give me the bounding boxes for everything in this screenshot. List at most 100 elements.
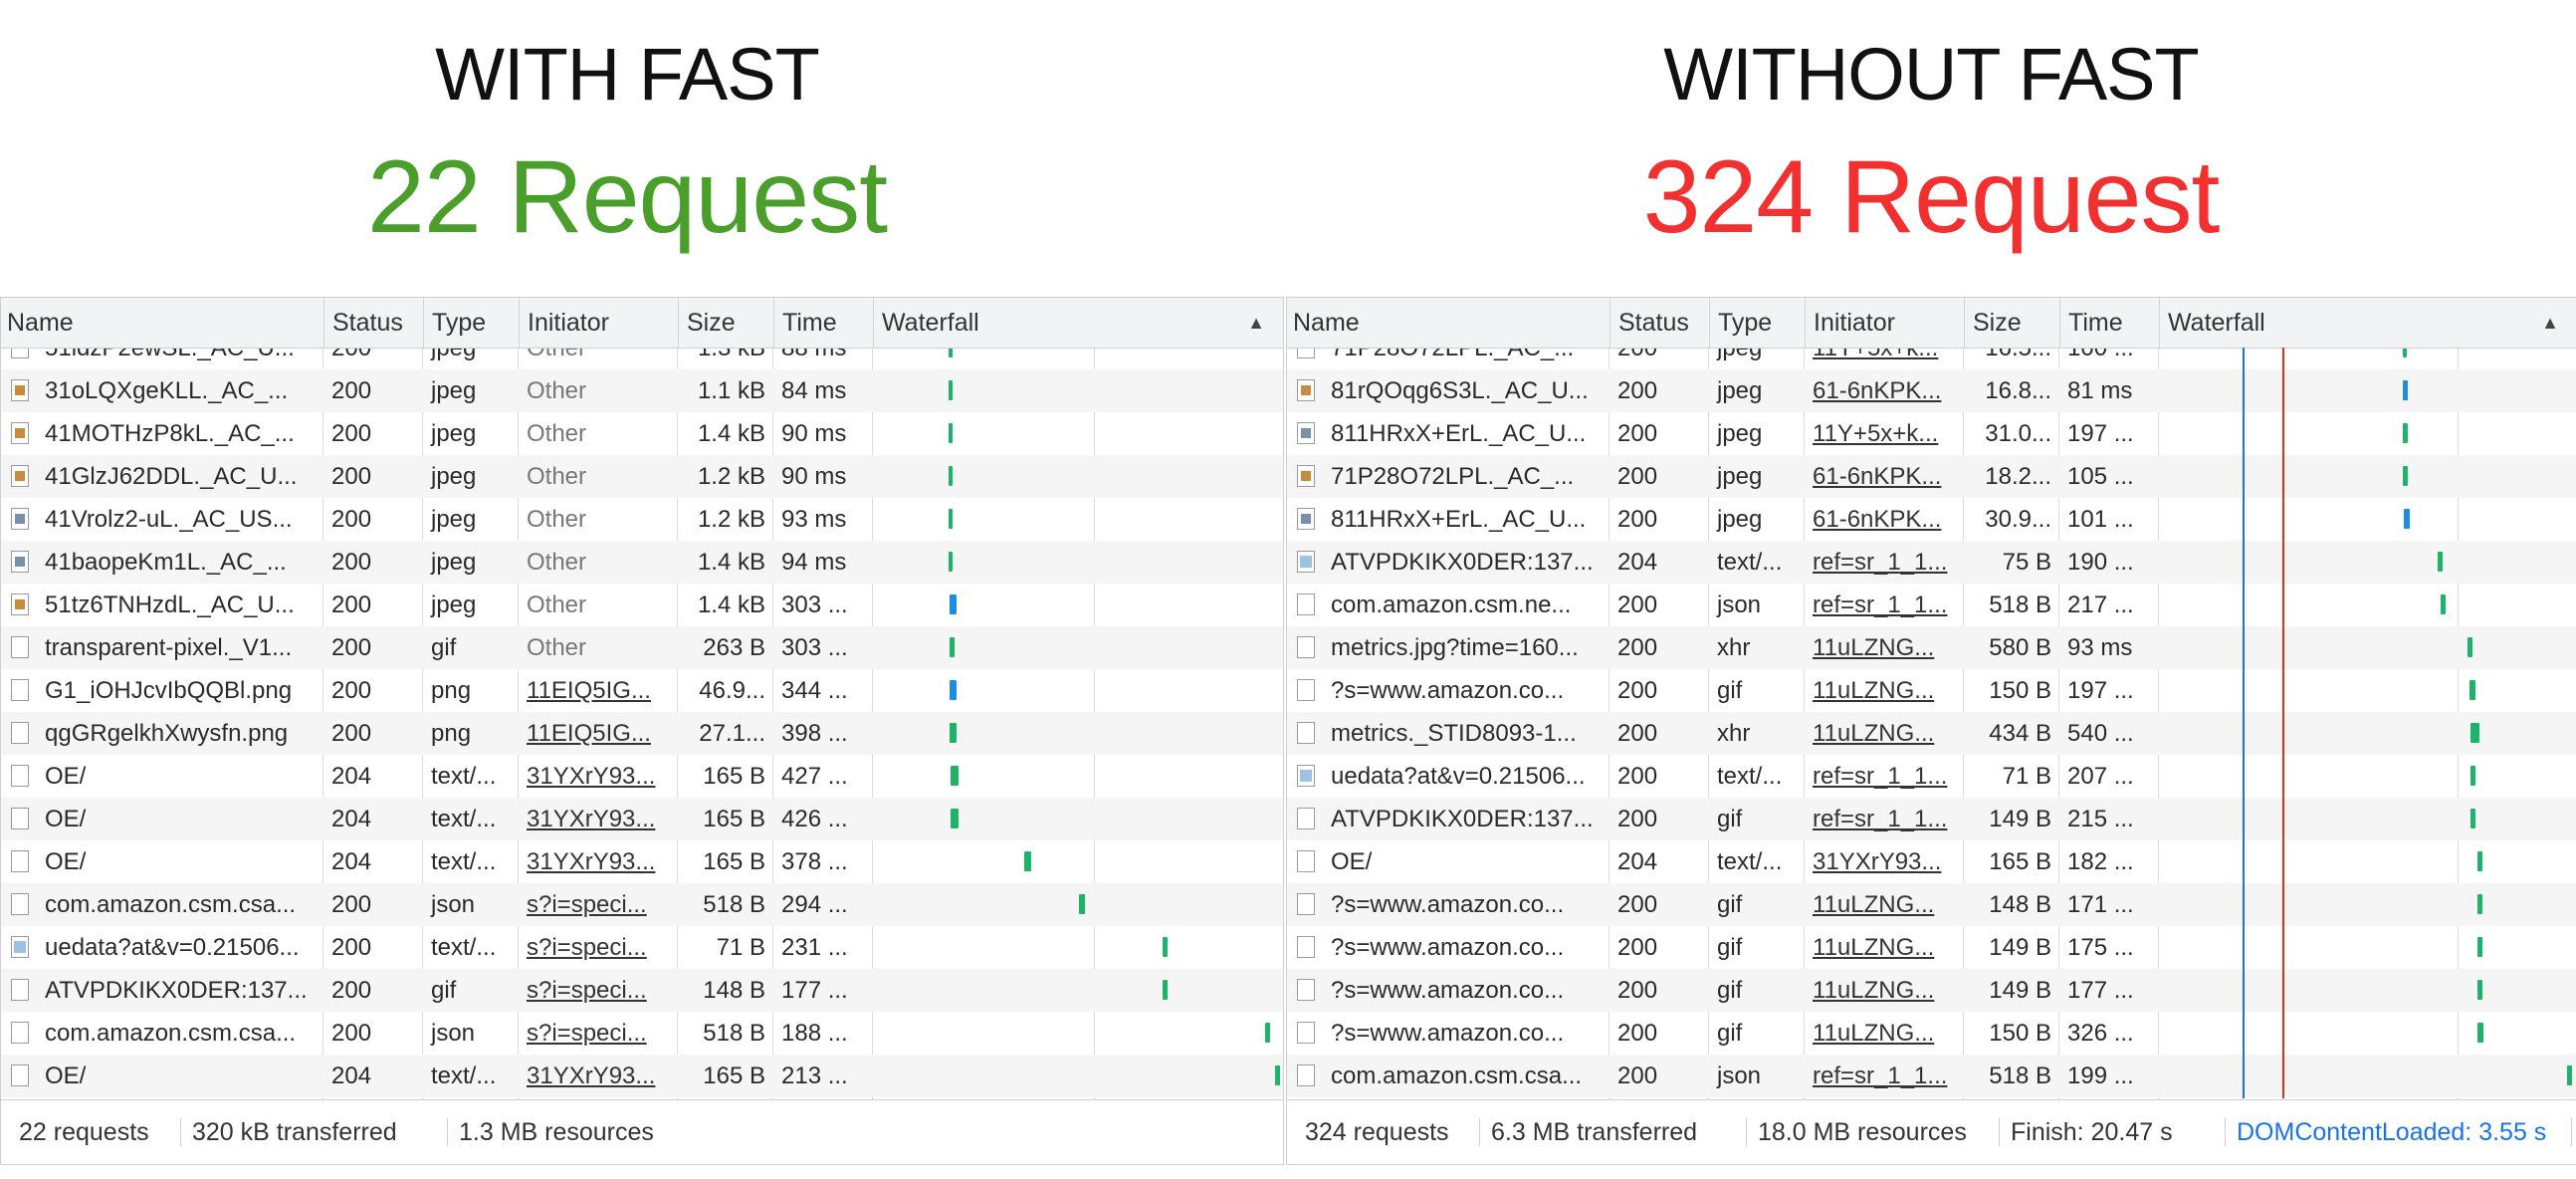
waterfall-timing-bar[interactable] [1162, 980, 1168, 1000]
initiator-cell[interactable]: 11uLZNG... [1805, 883, 1964, 926]
initiator-cell[interactable]: 11uLZNG... [1805, 1012, 1964, 1055]
initiator-cell[interactable]: 11EIQ5IG... [519, 669, 678, 712]
waterfall-timing-bar[interactable] [2403, 349, 2408, 357]
initiator-cell[interactable]: 11uLZNG... [1805, 969, 1964, 1012]
table-row[interactable]: ?s=www.amazon.co... 200 gif 11uLZNG... 150 B… [1287, 669, 2576, 712]
waterfall-column-header[interactable]: Waterfall [873, 298, 1283, 348]
waterfall-timing-bar[interactable] [951, 766, 959, 786]
table-row[interactable]: com.amazon.csm.csa... 200 json s?i=speci...… [1, 883, 1283, 926]
waterfall-timing-bar[interactable] [1265, 1023, 1270, 1043]
initiator-cell[interactable]: 31YXrY93... [519, 798, 678, 840]
waterfall-timing-bar[interactable] [2438, 552, 2444, 572]
table-row[interactable]: 811HRxX+ErL._AC_U... 200 jpeg 11Y+5x+k... 31… [1287, 412, 2576, 455]
initiator-cell[interactable]: ref=sr_1_1... [1805, 798, 1964, 840]
waterfall-timing-bar[interactable] [2477, 937, 2483, 957]
waterfall-timing-bar[interactable] [949, 552, 954, 572]
waterfall-timing-bar[interactable] [951, 809, 959, 828]
initiator-column-header[interactable]: Initiator [519, 298, 678, 348]
table-row[interactable]: com.amazon.csm.csa... 200 json s?i=speci...… [1, 1012, 1283, 1055]
table-row[interactable]: metrics._STID8093-1... 200 xhr 11uLZNG... 43… [1287, 712, 2576, 755]
table-row[interactable]: transparent-pixel._V1... 200 gif Other 263 B… [1, 626, 1283, 669]
table-row[interactable]: qgGRgelkhXwysfn.png 200 png 11EIQ5IG... 27.1… [1, 712, 1283, 755]
size-column-header[interactable]: Size [678, 298, 773, 348]
waterfall-timing-bar[interactable] [950, 723, 958, 743]
waterfall-timing-bar[interactable] [949, 349, 954, 357]
initiator-cell[interactable]: 31YXrY93... [1805, 840, 1964, 883]
initiator-cell[interactable]: 61-6nKPK... [1805, 369, 1964, 412]
waterfall-timing-bar[interactable] [2477, 894, 2483, 914]
initiator-cell[interactable]: 31YXrY93... [519, 755, 678, 798]
waterfall-timing-bar[interactable] [2477, 980, 2483, 1000]
waterfall-timing-bar[interactable] [2468, 637, 2473, 657]
waterfall-timing-bar[interactable] [2441, 594, 2447, 614]
initiator-cell[interactable]: 11uLZNG... [1805, 926, 1964, 969]
table-row[interactable]: metrics.jpg?time=160... 200 xhr 11uLZNG... 5… [1287, 626, 2576, 669]
table-row[interactable]: 41Vrolz2-uL._AC_US... 200 jpeg Other 1.2 kB 9… [1, 498, 1283, 541]
table-row[interactable]: com.amazon.csm.ne... 200 json ref=sr_1_1...… [1287, 584, 2576, 626]
initiator-cell[interactable]: 11uLZNG... [1805, 669, 1964, 712]
table-row[interactable]: 811HRxX+ErL._AC_U... 200 jpeg 61-6nKPK... 30… [1287, 498, 2576, 541]
table-row[interactable]: uedata?at&v=0.21506... 200 text/... s?i=spe… [1, 926, 1283, 969]
table-row[interactable]: G1_iOHJcvIbQQBl.png 200 png 11EIQ5IG... 46.9… [1, 669, 1283, 712]
table-row[interactable]: 31oLQXgeKLL._AC_... 200 jpeg Other 1.1 kB 84 … [1, 369, 1283, 412]
initiator-cell[interactable]: ref=sr_1_1... [1805, 584, 1964, 626]
initiator-cell[interactable]: 61-6nKPK... [1805, 455, 1964, 498]
table-row[interactable]: com.amazon.csm.csa... 200 json ref=sr_1_1..… [1287, 1055, 2576, 1097]
type-column-header[interactable]: Type [1709, 298, 1805, 348]
initiator-cell[interactable]: s?i=speci... [519, 926, 678, 969]
table-row[interactable]: ?s=www.amazon.co... 200 gif 11uLZNG... 149 B… [1287, 926, 2576, 969]
waterfall-timing-bar[interactable] [2477, 851, 2483, 871]
table-row[interactable]: OE/204 text/... 31YXrY93... 165 B 213 ... [1, 1055, 1283, 1097]
table-row[interactable]: ATVPDKIKX0DER:137... 204 text/... ref=sr_1_… [1287, 541, 2576, 584]
waterfall-timing-bar[interactable] [2469, 723, 2479, 743]
table-row[interactable]: uedata?at&v=0.21506... 200 text/... ref=sr_… [1287, 755, 2576, 798]
waterfall-timing-bar[interactable] [2403, 466, 2409, 486]
initiator-cell[interactable]: ref=sr_1_1... [1805, 1055, 1964, 1097]
waterfall-timing-bar[interactable] [1024, 851, 1032, 871]
type-column-header[interactable]: Type [423, 298, 519, 348]
table-row[interactable]: ATVPDKIKX0DER:137... 200 gif ref=sr_1_1... 1… [1287, 798, 2576, 840]
initiator-cell[interactable]: ref=sr_1_1... [1805, 541, 1964, 584]
waterfall-timing-bar[interactable] [950, 594, 958, 614]
initiator-cell[interactable]: 11EIQ5IG... [519, 712, 678, 755]
initiator-cell[interactable]: s?i=speci... [519, 1012, 678, 1055]
initiator-cell[interactable]: 11Y+5x+k... [1805, 412, 1964, 455]
initiator-cell[interactable]: s?i=speci... [519, 883, 678, 926]
name-column-header[interactable]: Name [1, 298, 323, 348]
waterfall-timing-bar[interactable] [2469, 766, 2475, 786]
status-column-header[interactable]: Status [323, 298, 423, 348]
waterfall-timing-bar[interactable] [950, 637, 956, 657]
waterfall-column-header[interactable]: Waterfall [2159, 298, 2576, 348]
initiator-cell[interactable]: 11uLZNG... [1805, 626, 1964, 669]
table-row[interactable]: ?s=www.amazon.co... 200 gif 11uLZNG... 149 B… [1287, 969, 2576, 1012]
table-row[interactable]: 51tz6TNHzdL._AC_U... 200 jpeg Other 1.4 kB 30… [1, 584, 1283, 626]
waterfall-timing-bar[interactable] [2469, 680, 2475, 700]
waterfall-timing-bar[interactable] [2566, 1065, 2572, 1085]
initiator-cell[interactable]: 11uLZNG... [1805, 712, 1964, 755]
waterfall-timing-bar[interactable] [2477, 1023, 2484, 1043]
waterfall-timing-bar[interactable] [2403, 380, 2409, 400]
table-row-partial[interactable]: 51ldzP2ewSL._AC_U...200jpegOther1.3 kB88… [1, 349, 1283, 369]
time-column-header[interactable]: Time [2059, 298, 2159, 348]
table-row[interactable]: OE/204 text/... 31YXrY93... 165 B 378 ... [1, 840, 1283, 883]
table-row[interactable]: ?s=www.amazon.co... 200 gif 11uLZNG... 150 B… [1287, 1012, 2576, 1055]
table-row-partial[interactable]: 71P28O72LPL._AC_...200jpeg11Y+5x+k...16.… [1287, 349, 2576, 369]
network-table-body[interactable]: 51ldzP2ewSL._AC_U...200jpegOther1.3 kB88… [1, 349, 1283, 1099]
table-row[interactable]: ?s=www.amazon.co... 200 gif 11uLZNG... 148 B… [1287, 883, 2576, 926]
waterfall-timing-bar[interactable] [949, 466, 954, 486]
table-row[interactable]: 41baopeKm1L._AC_... 200 jpeg Other 1.4 kB 94 … [1, 541, 1283, 584]
initiator-cell[interactable]: s?i=speci... [519, 969, 678, 1012]
initiator-cell[interactable]: 11Y+5x+k... [1805, 349, 1964, 369]
initiator-cell[interactable]: 31YXrY93... [519, 1055, 678, 1097]
table-row[interactable]: OE/204 text/... 31YXrY93... 165 B 426 ... [1, 798, 1283, 840]
table-row[interactable]: OE/204 text/... 31YXrY93... 165 B 427 ... [1, 755, 1283, 798]
initiator-cell[interactable]: ref=sr_1_1... [1805, 755, 1964, 798]
network-table-body[interactable]: 71P28O72LPL._AC_...200jpeg11Y+5x+k...16.… [1287, 349, 2576, 1099]
sort-ascending-icon[interactable]: ▲ [1247, 298, 1265, 348]
waterfall-timing-bar[interactable] [949, 380, 954, 400]
waterfall-timing-bar[interactable] [1162, 937, 1168, 957]
waterfall-timing-bar[interactable] [2403, 423, 2409, 443]
name-column-header[interactable]: Name [1287, 298, 1610, 348]
table-row[interactable]: OE/204 text/... 31YXrY93... 165 B 182 ... [1287, 840, 2576, 883]
waterfall-timing-bar[interactable] [1078, 894, 1085, 914]
